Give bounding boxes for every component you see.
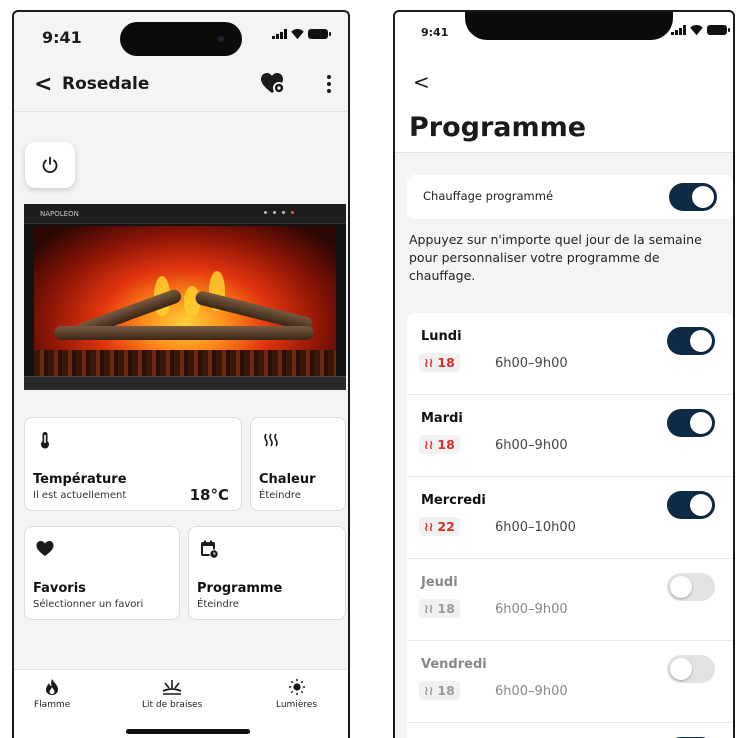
dynamic-island — [120, 22, 242, 56]
tab-lights-label: Lumières — [276, 700, 318, 710]
temperature-badge: ≀≀ 18 — [419, 435, 460, 454]
tab-flame[interactable]: Flamme — [34, 678, 70, 710]
schedule-title: Programme — [197, 581, 283, 596]
heat-waves-icon: ≀≀ — [424, 519, 434, 534]
back-button[interactable]: < — [413, 70, 430, 94]
day-toggle[interactable] — [667, 491, 715, 519]
schedule-tile[interactable]: Programme Éteindre — [188, 526, 346, 620]
day-time-range: 6h00–9h00 — [495, 602, 568, 617]
scheduled-heating-card: Chauffage programmé — [407, 175, 733, 219]
day-name: Vendredi — [421, 657, 487, 672]
day-toggle[interactable] — [667, 409, 715, 437]
schedule-description: Appuyez sur n'importe quel jour de la se… — [409, 232, 702, 283]
header: < Rosedale — [14, 60, 348, 112]
power-button[interactable] — [25, 142, 75, 188]
flame-icon — [46, 679, 59, 695]
signal-icon — [671, 25, 686, 35]
schedule-subtitle: Éteindre — [197, 599, 239, 610]
temperature-badge: ≀≀ 18 — [419, 353, 460, 372]
wifi-icon — [690, 25, 703, 35]
heat-waves-icon: ≀≀ — [424, 437, 434, 452]
temperature-tile[interactable]: Température Il est actuellement 18°C — [24, 417, 242, 511]
favorites-subtitle: Sélectionner un favori — [33, 599, 144, 610]
day-toggle[interactable] — [667, 573, 715, 601]
days-list: Lundi ≀≀ 18 6h00–9h00 Mardi ≀≀ 18 6h00–9h0… — [407, 313, 733, 738]
day-row-wednesday[interactable]: Mercredi ≀≀ 22 6h00–10h00 — [407, 477, 733, 559]
favorite-settings-icon[interactable] — [260, 72, 286, 96]
heat-subtitle: Éteindre — [259, 490, 301, 501]
temperature-badge: ≀≀ 22 — [419, 517, 460, 536]
more-options-button[interactable] — [324, 72, 334, 96]
day-row-friday[interactable]: Vendredi ≀≀ 18 6h00–9h00 — [407, 641, 733, 723]
day-toggle[interactable] — [667, 327, 715, 355]
schedule-content: Chauffage programmé Appuyez sur n'import… — [395, 152, 733, 738]
heat-waves-icon — [264, 433, 278, 447]
page-title: Rosedale — [62, 74, 150, 94]
heat-tile[interactable]: Chaleur Éteindre — [250, 417, 346, 511]
day-name: Lundi — [421, 329, 462, 344]
scheduled-heating-label: Chauffage programmé — [423, 189, 554, 203]
fireplace-image: NAPOLEON — [24, 204, 346, 390]
day-time-range: 6h00–9h00 — [495, 438, 568, 453]
day-name: Mardi — [421, 411, 463, 426]
device-screen-left: 9:41 < Rosedale NAPOLEON Température Il … — [12, 10, 350, 738]
sun-icon — [288, 678, 305, 696]
status-time-right: 9:41 — [421, 26, 449, 39]
notch — [465, 12, 673, 40]
heat-waves-icon: ≀≀ — [424, 601, 434, 616]
ember-bed-icon — [162, 680, 182, 695]
day-name: Mercredi — [421, 493, 486, 508]
day-row-thursday[interactable]: Jeudi ≀≀ 18 6h00–9h00 — [407, 559, 733, 641]
tab-ember-bed[interactable]: Lit de braises — [142, 678, 202, 710]
heart-icon — [36, 541, 54, 556]
status-icons — [272, 29, 331, 39]
favorites-title: Favoris — [33, 581, 86, 596]
tab-ember-bed-label: Lit de braises — [142, 700, 203, 710]
status-bar: 9:41 — [14, 12, 348, 60]
day-time-range: 6h00–9h00 — [495, 684, 568, 699]
signal-icon — [272, 29, 287, 39]
fireplace-brand: NAPOLEON — [40, 210, 79, 218]
tab-flame-label: Flamme — [34, 700, 71, 710]
day-temperature: 18 — [437, 601, 455, 616]
device-screen-right: 9:41 < Programme Chauffage programmé App… — [393, 10, 735, 738]
heat-title: Chaleur — [259, 472, 316, 487]
day-temperature: 18 — [437, 355, 455, 370]
home-indicator — [126, 729, 250, 734]
scheduled-heating-toggle[interactable] — [669, 183, 717, 211]
status-bar-right: 9:41 — [395, 12, 733, 60]
day-temperature: 22 — [437, 519, 455, 534]
page-title: Programme — [409, 112, 587, 143]
temperature-badge: ≀≀ 18 — [419, 599, 460, 618]
day-row-tuesday[interactable]: Mardi ≀≀ 18 6h00–9h00 — [407, 395, 733, 477]
status-icons-right — [671, 25, 730, 35]
day-name: Jeudi — [421, 575, 458, 590]
tab-lights[interactable]: Lumières — [276, 678, 317, 710]
day-row-monday[interactable]: Lundi ≀≀ 18 6h00–9h00 — [407, 313, 733, 395]
day-temperature: 18 — [437, 437, 455, 452]
calendar-clock-icon — [201, 540, 219, 559]
power-icon — [42, 156, 58, 174]
temperature-value: 18°C — [189, 486, 229, 504]
bottom-tab-bar: Flamme Lit de braises Lumières — [14, 669, 348, 738]
fireplace-indicator-lights — [264, 211, 294, 214]
battery-icon — [707, 25, 730, 35]
day-time-range: 6h00–10h00 — [495, 520, 576, 535]
temperature-badge: ≀≀ 18 — [419, 681, 460, 700]
temperature-title: Température — [33, 472, 127, 487]
thermometer-icon — [41, 432, 49, 449]
day-temperature: 18 — [437, 683, 455, 698]
day-time-range: 6h00–9h00 — [495, 356, 568, 371]
wifi-icon — [291, 29, 304, 39]
heat-waves-icon: ≀≀ — [424, 683, 434, 698]
temperature-subtitle: Il est actuellement — [33, 490, 127, 501]
heat-waves-icon: ≀≀ — [424, 355, 434, 370]
status-time: 9:41 — [42, 28, 82, 47]
favorites-tile[interactable]: Favoris Sélectionner un favori — [24, 526, 180, 620]
battery-icon — [308, 29, 331, 39]
back-button[interactable]: < — [34, 72, 52, 97]
day-toggle[interactable] — [667, 655, 715, 683]
